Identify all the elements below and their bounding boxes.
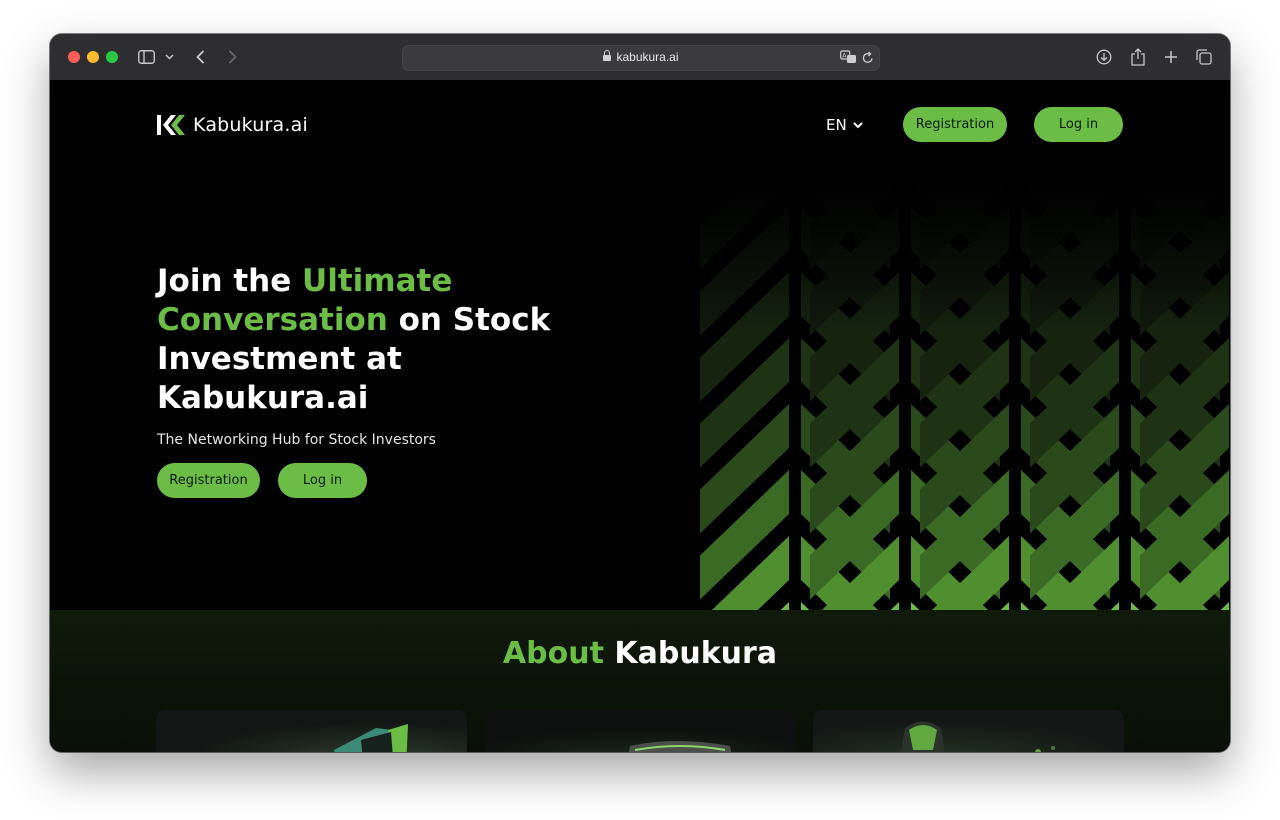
close-window-button[interactable] bbox=[68, 51, 80, 63]
new-tab-icon[interactable] bbox=[1162, 46, 1180, 68]
web-page: Kabukura.ai EN Registration Log in Join … bbox=[50, 80, 1230, 752]
hero-login-button[interactable]: Log in bbox=[278, 463, 367, 498]
maximize-window-button[interactable] bbox=[106, 51, 118, 63]
browser-toolbar: kabukura.ai A bbox=[50, 34, 1230, 81]
minimize-window-button[interactable] bbox=[87, 51, 99, 63]
card-image bbox=[156, 710, 467, 752]
chevron-pattern-graphic bbox=[695, 180, 1230, 610]
reload-icon[interactable] bbox=[862, 51, 874, 69]
translate-icon[interactable]: A bbox=[840, 50, 857, 69]
language-label: EN bbox=[826, 116, 847, 134]
share-icon[interactable] bbox=[1129, 46, 1147, 68]
site-logo[interactable]: Kabukura.ai bbox=[157, 114, 308, 136]
about-card-1[interactable] bbox=[156, 710, 467, 752]
browser-window: kabukura.ai A Kabukura.ai EN Registratio… bbox=[50, 34, 1230, 752]
chevron-down-icon[interactable] bbox=[164, 46, 174, 68]
about-card-2[interactable] bbox=[485, 710, 796, 752]
hero-subtitle: The Networking Hub for Stock Investors bbox=[157, 432, 436, 448]
url-text: kabukura.ai bbox=[616, 50, 679, 64]
download-icon[interactable] bbox=[1095, 46, 1113, 68]
address-bar[interactable]: kabukura.ai A bbox=[402, 45, 880, 71]
about-section: About Kabukura bbox=[50, 610, 1230, 752]
header-registration-button[interactable]: Registration bbox=[903, 107, 1007, 142]
chevron-down-icon bbox=[852, 121, 863, 128]
tab-overview-icon[interactable] bbox=[1195, 46, 1213, 68]
hero-registration-button[interactable]: Registration bbox=[157, 463, 260, 498]
card-image bbox=[813, 710, 1124, 752]
sidebar-icon[interactable] bbox=[137, 46, 155, 68]
language-selector[interactable]: EN bbox=[826, 116, 863, 134]
about-title-highlight: About bbox=[502, 636, 604, 671]
logo-icon bbox=[157, 115, 185, 135]
lock-icon bbox=[603, 50, 612, 62]
about-title: About Kabukura bbox=[50, 636, 1230, 671]
card-image bbox=[485, 710, 796, 752]
logo-text: Kabukura.ai bbox=[193, 114, 308, 136]
forward-icon[interactable] bbox=[225, 46, 239, 68]
header-login-button[interactable]: Log in bbox=[1034, 107, 1123, 142]
about-title-rest: Kabukura bbox=[603, 636, 778, 671]
hero-title-part1: Join the bbox=[157, 263, 303, 299]
hero-title: Join the Ultimate Conversation on Stock … bbox=[157, 262, 577, 418]
about-card-3[interactable] bbox=[813, 710, 1124, 752]
back-icon[interactable] bbox=[193, 46, 207, 68]
chevron-fade-overlay bbox=[695, 180, 1230, 610]
